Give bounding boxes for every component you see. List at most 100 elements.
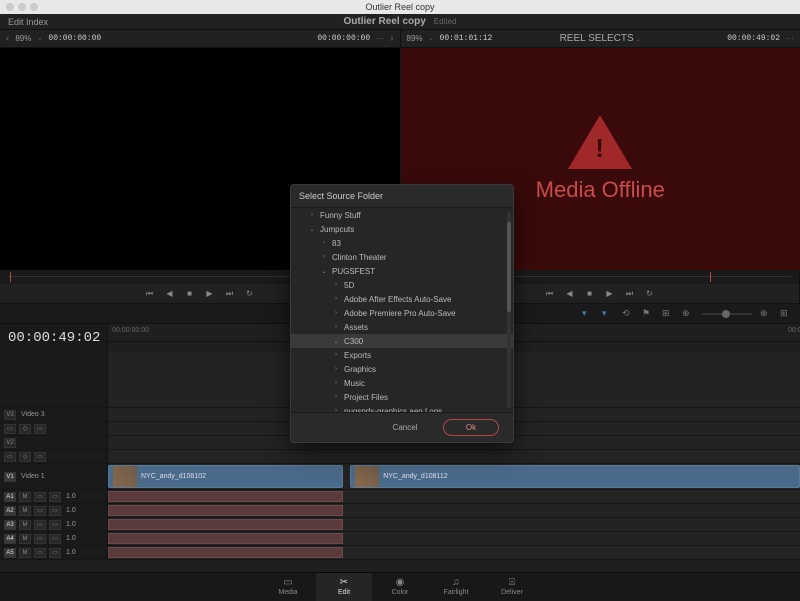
chevron-right-icon[interactable]: › — [390, 33, 393, 44]
track-header-a4[interactable]: A4 M ▭ ▭ 1.0 — [0, 532, 108, 545]
chevron-down-icon[interactable]: ⌄ — [429, 35, 434, 42]
track-mute-icon[interactable]: ▭ — [34, 424, 46, 434]
chevron-right-icon[interactable]: › — [333, 394, 339, 400]
audio-track-content[interactable] — [108, 546, 800, 559]
track-header-a1[interactable]: A1 M ▭ ▭ 1.0 — [0, 490, 108, 503]
chevron-right-icon[interactable]: › — [333, 352, 339, 358]
chevron-down-icon[interactable]: ⌄ — [37, 35, 42, 42]
track-header-v2[interactable]: V2 — [0, 436, 108, 449]
ok-button[interactable]: Ok — [443, 419, 499, 436]
chevron-right-icon[interactable]: › — [321, 254, 327, 260]
program-options-icon[interactable]: ⋯ — [786, 34, 794, 43]
marker-icon[interactable]: ⊕ — [682, 308, 694, 320]
arm-button[interactable]: ▭ — [49, 520, 61, 530]
page-tab-deliver[interactable]: ⍓ Deliver — [484, 573, 540, 601]
play-icon[interactable]: ▶ — [605, 289, 615, 299]
jump-start-icon[interactable]: ⏮ — [145, 289, 155, 299]
audio-clip[interactable] — [108, 519, 343, 530]
chevron-down-icon[interactable]: ⌄ — [321, 268, 327, 275]
source-options-icon[interactable]: ⋯ — [376, 34, 384, 43]
folder-tree-item[interactable]: › Exports — [291, 348, 513, 362]
dialog-scrollbar[interactable] — [507, 212, 511, 408]
folder-tree-item[interactable]: ⌄ PUGSFEST — [291, 264, 513, 278]
track-dest-button[interactable]: A5 — [4, 548, 16, 558]
snap-icon[interactable]: ⊞ — [662, 308, 674, 320]
stop-icon[interactable]: ■ — [585, 289, 595, 299]
chevron-right-icon[interactable]: › — [333, 324, 339, 330]
track-mute-icon[interactable]: ▭ — [34, 452, 46, 462]
track-header-a3[interactable]: A3 M ▭ ▭ 1.0 — [0, 518, 108, 531]
folder-tree-item[interactable]: ⌄ Jumpcuts — [291, 222, 513, 236]
page-tab-color[interactable]: ◉ Color — [372, 573, 428, 601]
track-enable-icon[interactable]: ◇ — [19, 452, 31, 462]
folder-tree-item[interactable]: › Music — [291, 376, 513, 390]
loop-icon[interactable]: ↻ — [245, 289, 255, 299]
track-header-a5[interactable]: A5 M ▭ ▭ 1.0 — [0, 546, 108, 559]
window-controls[interactable] — [6, 3, 38, 11]
customize-icon[interactable]: ⊞ — [780, 308, 792, 320]
chevron-right-icon[interactable]: › — [333, 408, 339, 412]
audio-clip[interactable] — [108, 491, 343, 502]
mute-button[interactable]: M — [19, 506, 31, 516]
folder-tree-item[interactable]: › Adobe After Effects Auto-Save — [291, 292, 513, 306]
link-icon[interactable]: ⟲ — [622, 308, 634, 320]
page-tab-fairlight[interactable]: ♫ Fairlight — [428, 573, 484, 601]
chevron-right-icon[interactable]: › — [333, 366, 339, 372]
video-clip[interactable]: NYC_andy_d108102 — [108, 465, 343, 488]
folder-tree-item[interactable]: › pugspdx-graphics.aep Logs — [291, 404, 513, 412]
chevron-down-icon[interactable]: ⌄ — [309, 226, 315, 233]
folder-tree[interactable]: › Funny Stuff ⌄ Jumpcuts › 83 › Clinton … — [291, 208, 513, 412]
current-timecode[interactable]: 00:00:49:02 — [8, 330, 99, 346]
timeline-selector[interactable]: REEL SELECTS — [560, 33, 634, 44]
folder-tree-item[interactable]: › 83 — [291, 236, 513, 250]
solo-button[interactable]: ▭ — [34, 520, 46, 530]
track-header-v3[interactable]: V3 Video 3 — [0, 408, 108, 421]
video-clip[interactable]: NYC_andy_d108112 — [350, 465, 800, 488]
audio-clip[interactable] — [108, 547, 343, 558]
track-dest-button[interactable]: V1 — [4, 472, 16, 482]
chevron-right-icon[interactable]: › — [333, 380, 339, 386]
folder-tree-item[interactable]: › Clinton Theater — [291, 250, 513, 264]
track-dest-button[interactable]: V2 — [4, 438, 16, 448]
track-dest-button[interactable]: V3 — [4, 410, 16, 420]
audio-track-content[interactable] — [108, 490, 800, 503]
solo-button[interactable]: ▭ — [34, 492, 46, 502]
track-dest-button[interactable]: A1 — [4, 492, 16, 502]
jump-start-icon[interactable]: ⏮ — [545, 289, 555, 299]
solo-button[interactable]: ▭ — [34, 506, 46, 516]
track-dest-button[interactable]: A2 — [4, 506, 16, 516]
track-content[interactable] — [108, 450, 800, 463]
folder-tree-item[interactable]: › Graphics — [291, 362, 513, 376]
track-lock-icon[interactable]: ▭ — [4, 424, 16, 434]
chevron-right-icon[interactable]: › — [333, 310, 339, 316]
arm-button[interactable]: ▭ — [49, 534, 61, 544]
folder-tree-item[interactable]: › 5D — [291, 278, 513, 292]
folder-tree-item[interactable]: › Adobe Premiere Pro Auto-Save — [291, 306, 513, 320]
solo-button[interactable]: ▭ — [34, 548, 46, 558]
mute-button[interactable]: M — [19, 534, 31, 544]
flag-icon[interactable]: ⚑ — [642, 308, 654, 320]
track-controls[interactable]: ▭ ◇ ▭ — [0, 422, 108, 435]
track-dest-button[interactable]: A3 — [4, 520, 16, 530]
edit-index-button[interactable]: Edit Index — [8, 17, 48, 27]
zoom-fit-icon[interactable]: ⊕ — [760, 308, 772, 320]
audio-clip[interactable] — [108, 505, 343, 516]
step-back-icon[interactable]: ◀ — [565, 289, 575, 299]
play-icon[interactable]: ▶ — [205, 289, 215, 299]
mute-button[interactable]: M — [19, 492, 31, 502]
arm-button[interactable]: ▭ — [49, 506, 61, 516]
arm-button[interactable]: ▭ — [49, 492, 61, 502]
program-zoom[interactable]: 89% — [407, 34, 423, 43]
track-header-a2[interactable]: A2 M ▭ ▭ 1.0 — [0, 504, 108, 517]
jump-end-icon[interactable]: ⏭ — [625, 289, 635, 299]
chevron-right-icon[interactable]: › — [321, 240, 327, 246]
chevron-right-icon[interactable]: › — [333, 296, 339, 302]
mute-button[interactable]: M — [19, 520, 31, 530]
track-dest-button[interactable]: A4 — [4, 534, 16, 544]
source-zoom[interactable]: 89% — [15, 34, 31, 43]
track-controls[interactable]: ▭ ◇ ▭ — [0, 450, 108, 463]
chevron-left-icon[interactable]: ‹ — [6, 33, 9, 44]
stop-icon[interactable]: ■ — [185, 289, 195, 299]
track-header-v1[interactable]: V1 Video 1 — [0, 464, 108, 489]
folder-tree-item[interactable]: › Assets — [291, 320, 513, 334]
